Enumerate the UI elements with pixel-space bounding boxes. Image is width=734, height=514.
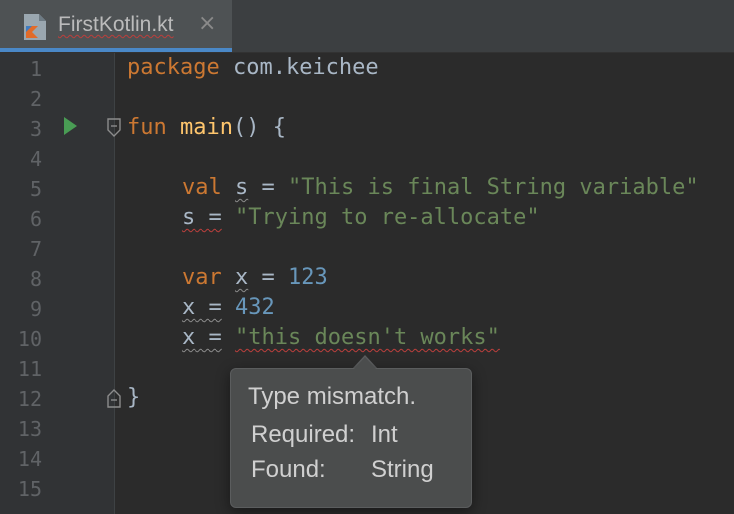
string-literal: "This is final String variable"	[288, 175, 699, 200]
line-number: 1	[29, 57, 42, 81]
line-number: 5	[29, 177, 42, 201]
line-number: 9	[29, 297, 42, 321]
line-number: 3	[29, 117, 42, 141]
keyword: val	[182, 175, 222, 200]
code-line-1[interactable]: package com.keichee	[127, 55, 379, 80]
code-operator: =	[195, 205, 222, 230]
close-icon[interactable]: ×	[198, 11, 216, 36]
unused-assignment: x =	[182, 325, 222, 350]
kotlin-file-icon	[24, 14, 46, 40]
unused-assignment: x =	[182, 295, 222, 320]
required-value: Int	[371, 421, 398, 448]
code-punctuation: () {	[232, 115, 286, 140]
code-line-3[interactable]: fun main() {	[127, 115, 286, 140]
found-value: String	[371, 456, 434, 483]
tooltip-arrow-inner	[353, 357, 377, 370]
run-icon[interactable]	[62, 116, 78, 136]
error-string-literal: "this doesn't works"	[235, 325, 500, 350]
line-number: 14	[17, 447, 42, 471]
line-number: 10	[17, 327, 42, 351]
code-operator: =	[195, 325, 222, 350]
line-number: 15	[17, 477, 42, 501]
code-line-10[interactable]: x = "this doesn't works"	[182, 325, 500, 350]
fold-collapse-icon[interactable]	[106, 118, 122, 140]
code-line-5[interactable]: val s = "This is final String variable"	[182, 175, 699, 200]
line-number: 6	[29, 207, 42, 231]
line-number: 4	[29, 147, 42, 171]
variable-name: x	[182, 325, 196, 350]
code-line-8[interactable]: var x = 123	[182, 265, 328, 290]
line-number: 7	[29, 237, 42, 261]
code-line-9[interactable]: x = 432	[182, 295, 275, 320]
line-number: 12	[17, 387, 42, 411]
number-literal: 432	[235, 295, 275, 320]
tab-title: FirstKotlin.kt	[58, 13, 174, 36]
tab-firstkotlin[interactable]: FirstKotlin.kt ×	[0, 0, 232, 52]
code-line-12[interactable]: }	[127, 385, 140, 410]
keyword: fun	[127, 115, 167, 140]
fold-end-icon[interactable]	[106, 386, 122, 408]
closing-brace: }	[127, 385, 141, 410]
function-name: main	[180, 115, 233, 140]
line-number: 8	[29, 267, 42, 291]
number-literal: 123	[288, 265, 328, 290]
error-assignment: s =	[182, 205, 222, 230]
code-line-6[interactable]: s = "Trying to re-allocate"	[182, 205, 540, 230]
variable-name: s	[235, 175, 249, 200]
code-operator: =	[248, 175, 288, 200]
keyword: var	[182, 265, 222, 290]
editor-tab-bar: FirstKotlin.kt ×	[0, 0, 734, 53]
code-operator: =	[248, 265, 288, 290]
code-operator: =	[195, 295, 222, 320]
package-name: com.keichee	[219, 55, 379, 80]
string-literal: "Trying to re-allocate"	[235, 205, 540, 230]
error-tooltip: Type mismatch. Required: Int Found: Stri…	[230, 368, 472, 508]
variable-name: s	[182, 205, 196, 230]
line-number: 11	[17, 357, 42, 381]
required-label: Required:	[251, 421, 356, 448]
tooltip-title: Type mismatch.	[248, 383, 417, 410]
line-number: 2	[29, 87, 42, 111]
variable-name: x	[235, 265, 249, 290]
variable-name: x	[182, 295, 196, 320]
line-number: 13	[17, 417, 42, 441]
keyword: package	[127, 55, 220, 80]
found-label: Found:	[251, 456, 326, 483]
